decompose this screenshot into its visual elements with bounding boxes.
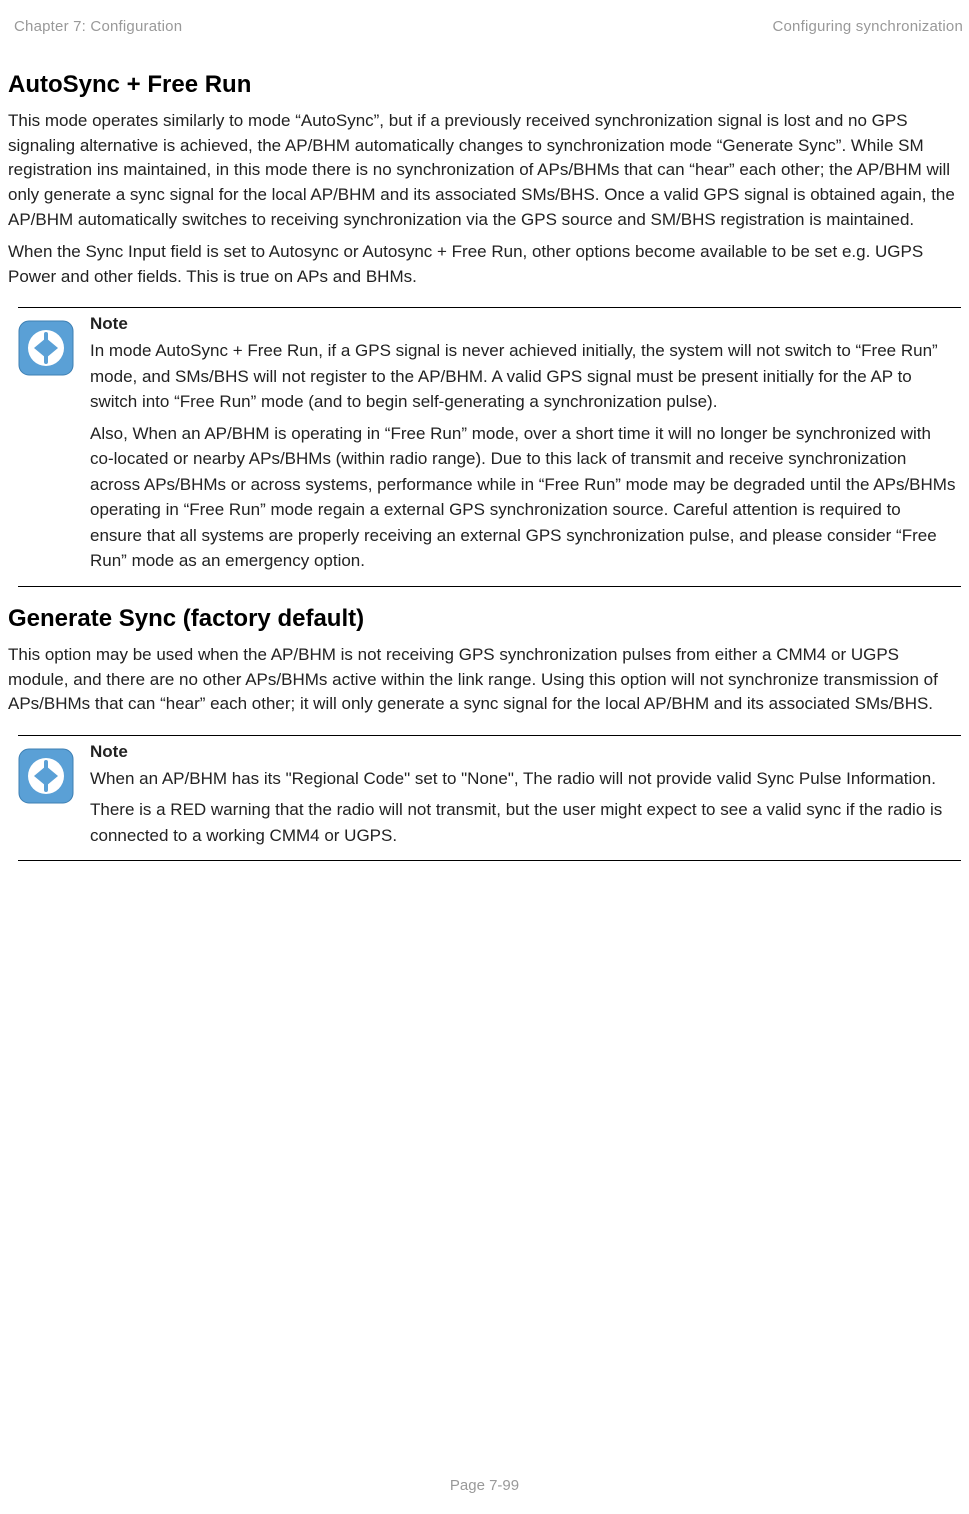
note-content-2: Note When an AP/BHM has its "Regional Co… xyxy=(90,742,961,855)
note-icon xyxy=(18,314,76,580)
heading-generate: Generate Sync (factory default) xyxy=(8,605,961,633)
note-icon xyxy=(18,742,76,855)
paragraph-generate-1: This option may be used when the AP/BHM … xyxy=(8,643,961,717)
page-header: Chapter 7: Configuration Configuring syn… xyxy=(0,0,969,35)
page-content: AutoSync + Free Run This mode operates s… xyxy=(0,35,969,861)
paragraph-autosync-2: When the Sync Input field is set to Auto… xyxy=(8,240,961,289)
note-title-1: Note xyxy=(90,314,957,334)
header-chapter: Chapter 7: Configuration xyxy=(14,18,182,35)
page-footer: Page 7-99 xyxy=(0,1477,969,1494)
paragraph-autosync-1: This mode operates similarly to mode “Au… xyxy=(8,109,961,232)
note2-p1: When an AP/BHM has its "Regional Code" s… xyxy=(90,766,957,792)
header-section: Configuring synchronization xyxy=(772,18,963,35)
note-title-2: Note xyxy=(90,742,957,762)
note2-p2: There is a RED warning that the radio wi… xyxy=(90,797,957,848)
note-box-2: Note When an AP/BHM has its "Regional Co… xyxy=(18,735,961,862)
note1-p1: In mode AutoSync + Free Run, if a GPS si… xyxy=(90,338,957,415)
heading-autosync: AutoSync + Free Run xyxy=(8,71,961,99)
note1-p2: Also, When an AP/BHM is operating in “Fr… xyxy=(90,421,957,574)
note-content-1: Note In mode AutoSync + Free Run, if a G… xyxy=(90,314,961,580)
note-box-1: Note In mode AutoSync + Free Run, if a G… xyxy=(18,307,961,587)
